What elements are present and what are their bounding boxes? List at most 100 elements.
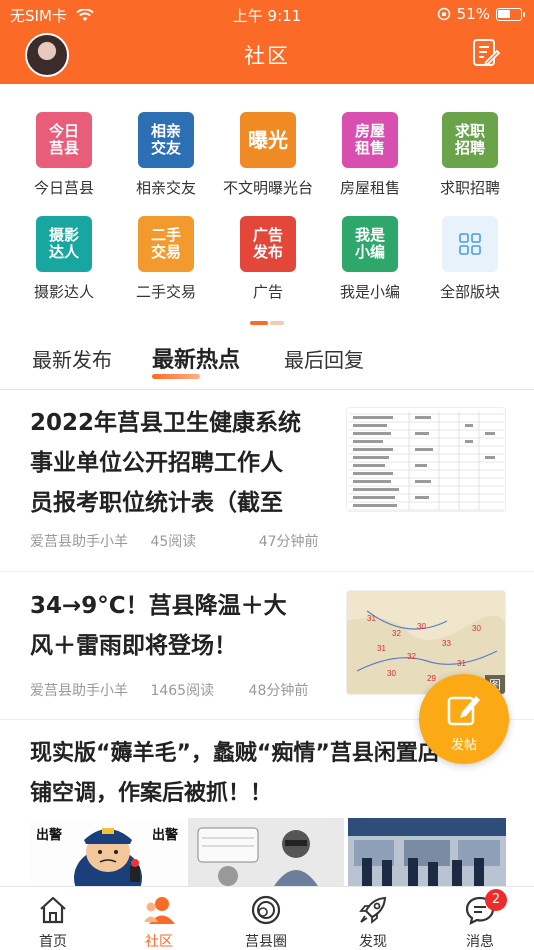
edit-post-icon[interactable]: [472, 38, 500, 68]
category-label: 广告: [252, 283, 283, 301]
grid-page-indicator: [250, 321, 284, 325]
tile-text: 房屋租售: [354, 122, 385, 157]
title-line: 34→9°C！莒县降温＋大: [30, 593, 287, 619]
ad-chart-icon: 广告发布: [240, 216, 296, 272]
category-photography[interactable]: 摄影达人 摄影达人: [14, 216, 114, 302]
tab-label: 社区: [145, 934, 173, 950]
community-icon: [144, 897, 175, 924]
tab-label: 消息: [466, 934, 494, 950]
read-count: 45阅读: [150, 534, 197, 550]
category-today-juxian[interactable]: 今日莒县 今日莒县: [14, 112, 114, 198]
tile-text: 摄影达人: [48, 226, 79, 261]
title-line: 铺空调，作案后被抓！！: [30, 781, 273, 806]
grid-icon: [442, 216, 498, 272]
page-dot-active: [250, 321, 268, 325]
article-meta: 爱莒县助手小羊 45阅读 47分钟前: [30, 531, 337, 551]
post-button[interactable]: 发帖: [419, 674, 509, 764]
svg-text:32: 32: [407, 652, 416, 661]
list-item[interactable]: 2022年莒县卫生健康系统 事业单位公开招聘工作人 员报考职位统计表（截至 爱莒…: [0, 391, 534, 572]
svg-text:30: 30: [417, 622, 426, 631]
dating-icon: 相亲交友: [138, 112, 194, 168]
svg-text:31: 31: [367, 614, 376, 623]
post-time: 48分钟前: [248, 683, 309, 699]
page-dot: [270, 321, 284, 325]
image-caption: 出警: [151, 828, 178, 843]
battery-icon: [496, 7, 525, 21]
svg-text:33: 33: [442, 639, 451, 648]
category-label: 今日莒县: [33, 179, 94, 197]
category-label: 房屋租售: [339, 179, 400, 197]
tab-messages[interactable]: 2 消息: [427, 887, 533, 950]
jobs-icon: 求职招聘: [442, 112, 498, 168]
read-count: 1465阅读: [150, 683, 215, 699]
svg-text:30: 30: [472, 624, 481, 633]
category-all-boards[interactable]: 全部版块: [420, 216, 520, 302]
tab-label: 首页: [39, 934, 67, 950]
write-icon: [447, 696, 480, 726]
category-ads[interactable]: 广告发布 广告: [218, 216, 318, 302]
svg-text:30: 30: [387, 669, 396, 678]
shopping-bag-icon: 二手交易: [138, 216, 194, 272]
title-line: 员报考职位统计表（截至: [30, 490, 283, 516]
tile-text: 今日莒县: [48, 122, 79, 157]
unread-badge: 2: [485, 889, 507, 911]
today-juxian-icon: 今日莒县: [36, 112, 92, 168]
circle-icon: [251, 895, 281, 925]
app-header: 无SIM卡 上午 9:11 51% 社区: [0, 0, 534, 84]
category-label: 摄影达人: [33, 283, 94, 301]
category-label: 我是小编: [339, 283, 400, 301]
page-title: 社区: [244, 44, 290, 68]
category-housing[interactable]: 房屋租售 房屋租售: [320, 112, 420, 198]
bottom-tab-bar: 首页 社区 莒县圈 发现 2 消息: [0, 886, 534, 950]
tab-discover[interactable]: 发现: [320, 887, 426, 950]
author-name: 爱莒县助手小羊: [30, 534, 128, 550]
tab-last-replies[interactable]: 最后回复: [284, 344, 364, 373]
battery-percent: 51%: [456, 5, 490, 23]
svg-text:31: 31: [457, 659, 466, 668]
title-line: 事业单位公开招聘工作人: [30, 450, 283, 476]
category-secondhand[interactable]: 二手交易 二手交易: [116, 216, 216, 302]
category-label: 求职招聘: [439, 179, 500, 197]
category-jobs[interactable]: 求职招聘 求职招聘: [420, 112, 520, 198]
tab-juxian-circle[interactable]: 莒县圈: [213, 887, 319, 950]
tab-latest-posts[interactable]: 最新发布: [32, 344, 112, 373]
tab-hot-topics[interactable]: 最新热点: [152, 342, 240, 379]
four-squares-icon: [459, 233, 481, 255]
svg-text:31: 31: [377, 644, 386, 653]
article-title: 2022年莒县卫生健康系统 事业单位公开招聘工作人 员报考职位统计表（截至: [30, 403, 301, 523]
tab-label: 发现: [359, 934, 387, 950]
housing-icon: 房屋租售: [342, 112, 398, 168]
svg-text:32: 32: [392, 629, 401, 638]
post-button-label: 发帖: [450, 738, 477, 753]
tile-text: 我是小编: [354, 226, 385, 261]
image-caption: 出警: [36, 828, 63, 843]
svg-text:29: 29: [427, 674, 436, 683]
tab-community[interactable]: 社区: [106, 887, 212, 950]
category-editor[interactable]: 我是小编 我是小编: [320, 216, 420, 302]
exposure-icon: 曝光: [240, 112, 296, 168]
status-right: 51%: [437, 5, 525, 23]
category-dating[interactable]: 相亲交友 相亲交友: [116, 112, 216, 198]
tile-text: 曝光: [248, 127, 288, 152]
category-label: 二手交易: [135, 283, 196, 301]
tile-text: 相亲交友: [150, 122, 181, 157]
category-label: 不文明曝光台: [222, 179, 313, 197]
thief-cartoon-drawing: [188, 818, 344, 886]
author-name: 爱莒县助手小羊: [30, 683, 128, 699]
tile-text: 广告发布: [252, 226, 283, 261]
tile-text: 求职招聘: [454, 122, 485, 157]
article-title: 34→9°C！莒县降温＋大 风＋雷雨即将登场！: [30, 586, 287, 666]
post-time: 47分钟前: [258, 534, 319, 550]
rocket-icon: [359, 896, 387, 924]
title-line: 风＋雷雨即将登场！: [30, 633, 237, 659]
table-thumbnail: [346, 407, 506, 512]
category-label: 全部版块: [439, 283, 500, 301]
headset-icon: 我是小编: [342, 216, 398, 272]
camera-icon: 摄影达人: [36, 216, 92, 272]
orientation-lock-icon: [437, 7, 450, 21]
tab-home[interactable]: 首页: [0, 887, 106, 950]
home-icon: [40, 896, 66, 924]
tab-label: 莒县圈: [245, 934, 287, 950]
table-image: [347, 408, 505, 511]
category-exposure[interactable]: 曝光 不文明曝光台: [218, 112, 318, 198]
